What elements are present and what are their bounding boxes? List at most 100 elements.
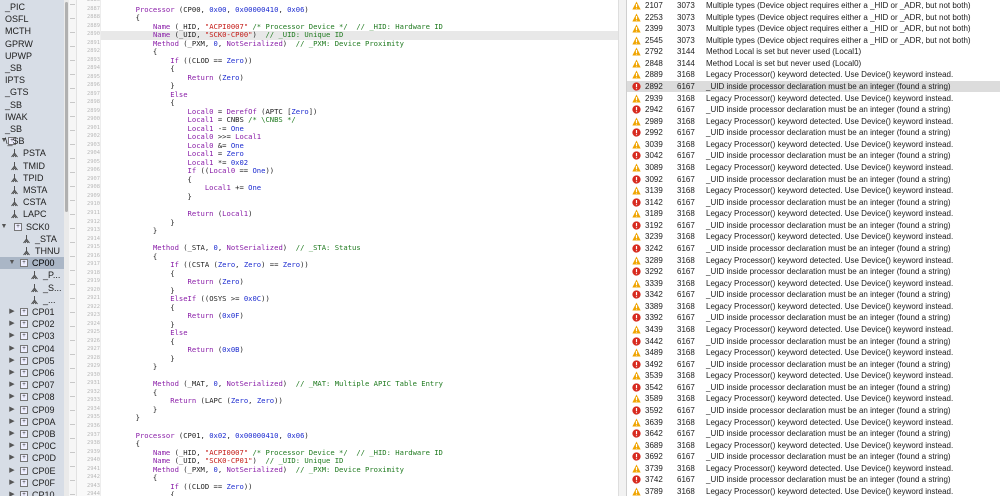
message-row[interactable]: 3392 6167 _UID inside processor declaratio… — [627, 312, 1000, 324]
tree-item[interactable]: MCTH — [0, 25, 64, 37]
message-row[interactable]: 3039 3168 Legacy Processor() keyword detec… — [627, 139, 1000, 151]
message-row[interactable]: 3589 3168 Legacy Processor() keyword detec… — [627, 393, 1000, 405]
tree-item[interactable]: ▶ + CP0C — [0, 440, 64, 452]
message-row[interactable]: 3542 6167 _UID inside processor declaratio… — [627, 382, 1000, 394]
message-row[interactable]: 3239 3168 Legacy Processor() keyword detec… — [627, 231, 1000, 243]
tree-item[interactable]: _STA — [0, 233, 64, 245]
tree-item[interactable]: ▶ + CP07 — [0, 379, 64, 391]
tree-item[interactable]: ▶ + CP05 — [0, 355, 64, 367]
code-line[interactable]: } — [101, 218, 618, 228]
code-line[interactable]: Return (Zero) — [101, 73, 618, 83]
tree-item[interactable]: _SB — [0, 62, 64, 74]
disclosure-closed-icon[interactable]: ▶ — [8, 477, 16, 489]
message-row[interactable]: 3289 3168 Legacy Processor() keyword detec… — [627, 255, 1000, 267]
disclosure-closed-icon[interactable]: ▶ — [8, 416, 16, 428]
tree-item[interactable]: ▶ + CP02 — [0, 318, 64, 330]
tree-item[interactable]: ▶ + CP0B — [0, 428, 64, 440]
splitter-bar[interactable] — [618, 0, 627, 496]
message-row[interactable]: 3292 6167 _UID inside processor declaratio… — [627, 266, 1000, 278]
message-row[interactable]: 2848 3144 Method Local is set but never us… — [627, 58, 1000, 70]
code-editor[interactable]: Processor (CP00, 0x00, 0x00000410, 0x06)… — [101, 0, 618, 496]
message-row[interactable]: 3092 6167 _UID inside processor declaratio… — [627, 174, 1000, 186]
message-row[interactable]: 2942 6167 _UID inside processor declaratio… — [627, 104, 1000, 116]
tree-item[interactable]: MSTA — [0, 184, 64, 196]
message-row[interactable]: 3139 3168 Legacy Processor() keyword detec… — [627, 185, 1000, 197]
message-row[interactable]: 3739 3168 Legacy Processor() keyword detec… — [627, 463, 1000, 475]
message-row[interactable]: 2545 3073 Multiple types (Device object re… — [627, 35, 1000, 47]
code-line[interactable]: Return (Local1) — [101, 209, 618, 219]
tree-item[interactable]: ▶ + CP0F — [0, 477, 64, 489]
message-row[interactable]: 2939 3168 Legacy Processor() keyword detec… — [627, 93, 1000, 105]
disclosure-closed-icon[interactable]: ▶ — [8, 465, 16, 477]
message-row[interactable]: 3539 3168 Legacy Processor() keyword detec… — [627, 370, 1000, 382]
tree-item[interactable]: ▶ + CP03 — [0, 330, 64, 342]
code-line[interactable]: Return (0x0F) — [101, 311, 618, 321]
disclosure-closed-icon[interactable]: ▶ — [8, 391, 16, 403]
code-line[interactable]: ElseIf ((OSYS >= 0x0C)) — [101, 294, 618, 304]
message-row[interactable]: 2892 6167 _UID inside processor declaratio… — [627, 80, 1000, 93]
tree-item[interactable]: ▶ + CP0E — [0, 465, 64, 477]
code-line[interactable]: } — [101, 227, 618, 236]
disclosure-closed-icon[interactable]: ▶ — [8, 452, 16, 464]
tree-item[interactable]: CSTA — [0, 196, 64, 208]
disclosure-closed-icon[interactable]: ▶ — [8, 428, 16, 440]
code-line[interactable]: Method (_MAT, 0, NotSerialized) // _MAT:… — [101, 380, 618, 389]
code-line[interactable]: Else — [101, 329, 618, 338]
message-row[interactable]: 3492 6167 _UID inside processor declaratio… — [627, 359, 1000, 371]
message-row[interactable]: 2792 3144 Method Local is set but never us… — [627, 46, 1000, 58]
disclosure-closed-icon[interactable]: ▶ — [8, 367, 16, 379]
tree-item[interactable]: IPTS — [0, 74, 64, 86]
message-row[interactable]: 2253 3073 Multiple types (Device object re… — [627, 12, 1000, 24]
tree-item[interactable]: LAPC — [0, 208, 64, 220]
message-row[interactable]: 3089 3168 Legacy Processor() keyword detec… — [627, 162, 1000, 174]
tree-item[interactable]: PSTA — [0, 147, 64, 159]
tree-item[interactable]: ▶ + CP06 — [0, 367, 64, 379]
code-line[interactable]: Processor (CP00, 0x00, 0x00000410, 0x06) — [101, 5, 618, 15]
tree-item[interactable]: _S... — [0, 282, 64, 294]
tree-item[interactable]: ▼ + SCK0 — [0, 221, 64, 233]
code-line[interactable]: Return (LAPC (Zero, Zero)) — [101, 397, 618, 406]
tree-item[interactable]: OSFL — [0, 13, 64, 25]
disclosure-closed-icon[interactable]: ▶ — [8, 404, 16, 416]
code-line[interactable]: If ((CLOD == Zero)) — [101, 482, 618, 492]
message-row[interactable]: 2989 3168 Legacy Processor() keyword detec… — [627, 116, 1000, 128]
tree-item[interactable]: ▶ + CP09 — [0, 404, 64, 416]
message-row[interactable]: 3789 3168 Legacy Processor() keyword detec… — [627, 486, 1000, 496]
code-line[interactable]: } — [101, 405, 618, 415]
disclosure-closed-icon[interactable]: ▶ — [8, 318, 16, 330]
code-line[interactable]: Else — [101, 90, 618, 100]
tree-item[interactable]: IWAK — [0, 111, 64, 123]
tree-item[interactable]: ▶ + CP10 — [0, 489, 64, 496]
tree-item[interactable]: _SB — [0, 123, 64, 135]
tree-item[interactable]: _P... — [0, 269, 64, 281]
disclosure-closed-icon[interactable]: ▶ — [8, 355, 16, 367]
message-row[interactable]: 3192 6167 _UID inside processor declaratio… — [627, 220, 1000, 232]
tree-item[interactable]: ▶ + CP0D — [0, 452, 64, 464]
code-line[interactable]: { — [101, 491, 618, 496]
code-line[interactable]: Processor (CP01, 0x02, 0x00000410, 0x06) — [101, 431, 618, 441]
tree-item[interactable]: ▶ + CP08 — [0, 391, 64, 403]
message-row[interactable]: 3342 6167 _UID inside processor declaratio… — [627, 289, 1000, 301]
message-row[interactable]: 3189 3168 Legacy Processor() keyword detec… — [627, 208, 1000, 220]
tree-item[interactable]: GPRW — [0, 38, 64, 50]
tree-item[interactable]: _PIC — [0, 1, 64, 13]
message-row[interactable]: 3489 3168 Legacy Processor() keyword detec… — [627, 347, 1000, 359]
message-row[interactable]: 3042 6167 _UID inside processor declaratio… — [627, 150, 1000, 162]
message-row[interactable]: 3442 6167 _UID inside processor declaratio… — [627, 336, 1000, 348]
message-row[interactable]: 2992 6167 _UID inside processor declaratio… — [627, 127, 1000, 139]
tree-item[interactable]: ▶ + CP01 — [0, 306, 64, 318]
message-row[interactable]: 3142 6167 _UID inside processor declaratio… — [627, 197, 1000, 209]
code-line[interactable]: Return (Zero) — [101, 277, 618, 287]
disclosure-closed-icon[interactable]: ▶ — [8, 489, 16, 496]
tree-item[interactable]: _SB — [0, 99, 64, 111]
code-line[interactable]: If ((CSTA (Zero, Zero) == Zero)) — [101, 260, 618, 270]
tree-item[interactable]: ▼ + CP00 — [0, 257, 64, 270]
disclosure-open-icon[interactable]: ▼ — [8, 257, 16, 269]
disclosure-closed-icon[interactable]: ▶ — [8, 440, 16, 452]
message-row[interactable]: 3639 3168 Legacy Processor() keyword detec… — [627, 417, 1000, 429]
code-line[interactable]: } — [101, 363, 618, 372]
tree-item[interactable]: THNU — [0, 245, 64, 257]
code-line[interactable]: Method (_STA, 0, NotSerialized) // _STA:… — [101, 243, 618, 253]
code-line[interactable]: } — [101, 354, 618, 364]
message-row[interactable]: 3242 6167 _UID inside processor declaratio… — [627, 243, 1000, 255]
